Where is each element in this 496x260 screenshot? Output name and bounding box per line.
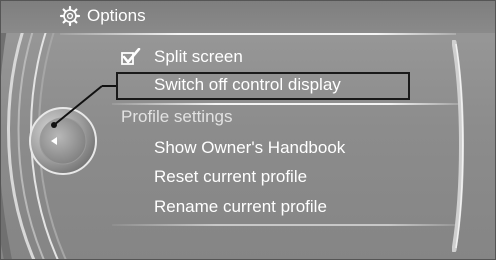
bottom-divider <box>112 224 458 226</box>
menu-item-show-handbook[interactable]: Show Owner's Handbook <box>154 138 345 158</box>
section-divider <box>112 103 458 105</box>
section-heading-profile-settings: Profile settings <box>121 107 233 126</box>
menu-item-reset-profile[interactable]: Reset current profile <box>154 167 307 187</box>
menu-item-switch-off-display[interactable]: Switch off control display <box>154 75 341 95</box>
menu-item-rename-profile[interactable]: Rename current profile <box>154 197 327 217</box>
idrive-screen: Options Split screen Switch off control … <box>0 0 496 260</box>
gear-icon <box>59 5 81 27</box>
title-divider <box>60 33 456 35</box>
menu-item-split-screen[interactable]: Split screen <box>154 47 243 67</box>
title-bar: Options <box>0 0 496 33</box>
controller-knob[interactable] <box>28 106 98 176</box>
checkbox-checked-icon[interactable] <box>121 48 141 66</box>
scrollbar[interactable] <box>452 40 466 252</box>
page-title: Options <box>87 6 146 25</box>
